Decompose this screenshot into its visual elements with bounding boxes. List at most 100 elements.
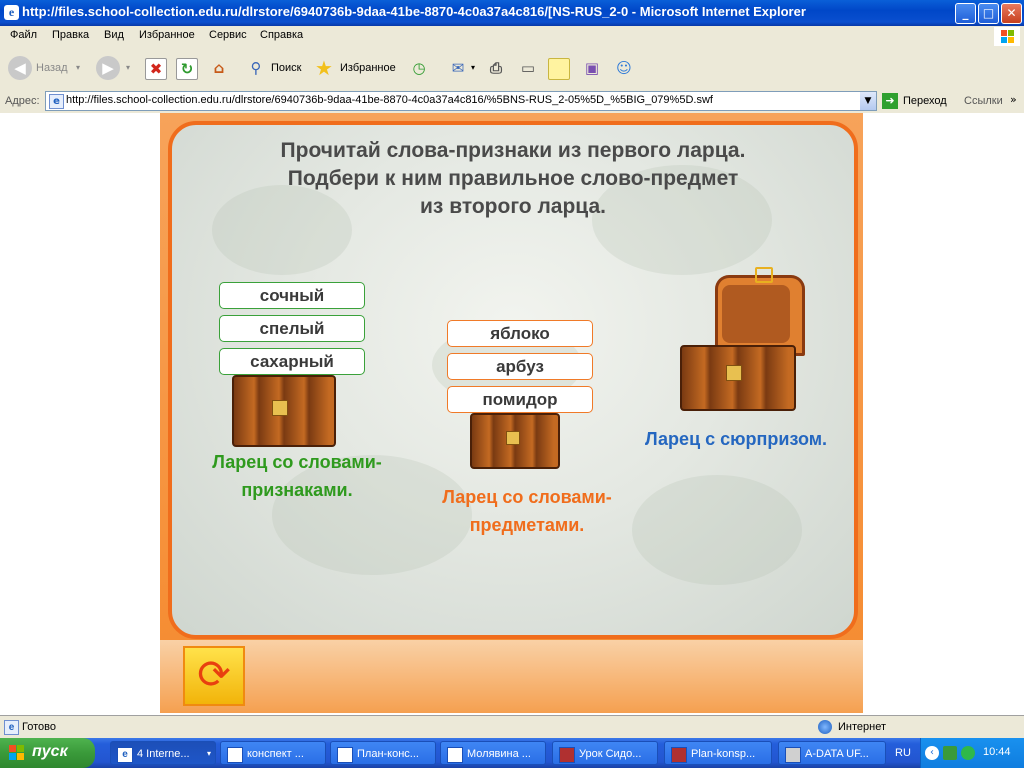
back-dropdown-icon[interactable]: ▾ [76,63,80,72]
messenger-icon[interactable]: ☺ [612,56,636,80]
menu-edit[interactable]: Правка [52,29,89,41]
task-plan-konsp[interactable]: Plan-konsp... [664,741,772,765]
task-plan-kons[interactable]: План-конс... [330,741,436,765]
chest-adjectives[interactable] [232,375,336,447]
windows-flag-icon [9,745,25,761]
links-label[interactable]: Ссылки [964,95,1003,107]
chest-surprise[interactable] [680,267,805,415]
word-juicy[interactable]: сочный [219,282,365,309]
chest-lock-icon [506,431,520,445]
status-bar: e Готово Интернет [0,715,1024,738]
menu-tools[interactable]: Сервис [209,29,247,41]
tray-app-icon[interactable] [961,746,975,760]
home-icon[interactable]: ⌂ [207,56,231,80]
word-doc-icon [447,747,463,763]
page-icon: e [49,94,64,109]
address-input[interactable]: e http://files.school-collection.edu.ru/… [45,91,877,111]
task-label: Урок Сидо... [579,748,642,760]
caption-surprise-chest: Ларец с сюрпризом. [644,429,828,449]
task-label: Plan-konsp... [691,748,756,760]
task-konspekt[interactable]: конспект ... [220,741,326,765]
bottom-band [160,640,863,713]
forward-arrow-icon[interactable]: ▶ [96,56,120,80]
menu-favorites[interactable]: Избранное [139,29,195,41]
task-label: 4 Interne... [137,748,190,760]
archive-icon [559,747,575,763]
address-bar: Адрес: e http://files.school-collection.… [0,89,1024,114]
chest-nouns[interactable] [470,413,560,469]
instruction-text: Прочитай слова-признаки из первого ларца… [172,137,854,221]
restart-arrows-icon: ⟳ [197,652,231,698]
refresh-icon[interactable]: ↻ [176,58,198,80]
task-adata[interactable]: A-DATA UF... [778,741,886,765]
go-arrow-icon[interactable]: ➜ [882,93,898,109]
discuss-icon[interactable] [548,58,570,80]
task-label: конспект ... [247,748,304,760]
task-urok-sido[interactable]: Урок Сидо... [552,741,658,765]
clock[interactable]: 10:44 [983,746,1011,758]
tray-expand-icon[interactable]: ‹ [925,746,939,760]
caption-adjectives-chest: Ларец со словами- признаками. [172,448,422,504]
task-group-arrow-icon: ▾ [206,749,211,758]
instruction-line-1: Прочитай слова-признаки из первого ларца… [280,139,746,162]
caption-adjectives-line-2: признаками. [241,480,353,500]
restart-button[interactable]: ⟳ [183,646,245,706]
maximize-button[interactable]: □ [978,3,999,24]
search-button-label[interactable]: Поиск [271,62,301,74]
edit-icon[interactable]: ▭ [516,56,540,80]
back-button-label[interactable]: Назад [36,62,68,74]
menu-help[interactable]: Справка [260,29,303,41]
word-apple[interactable]: яблоко [447,320,593,347]
close-button[interactable]: ✕ [1001,3,1022,24]
window-title: http://files.school-collection.edu.ru/dl… [22,4,806,19]
internet-globe-icon [818,720,832,734]
caption-nouns-chest: Ларец со словами- предметами. [402,483,652,539]
drive-icon [785,747,801,763]
minimize-button[interactable]: _ [955,3,976,24]
menu-view[interactable]: Вид [104,29,124,41]
mail-icon[interactable]: ✉ [446,56,470,80]
mail-dropdown-icon[interactable]: ▾ [471,63,475,72]
address-dropdown-icon[interactable]: ▼ [860,92,876,110]
chest-lock-icon [272,400,288,416]
print-icon[interactable]: ⎙ [484,56,508,80]
address-label: Адрес: [5,95,40,107]
instruction-line-3: из второго ларца. [420,195,606,218]
forward-dropdown-icon[interactable]: ▾ [126,63,130,72]
task-label: План-конс... [357,748,419,760]
windows-flag-icon [994,27,1020,46]
archive-icon [671,747,687,763]
task-internet-explorer[interactable]: e 4 Interne... ▾ [110,741,216,765]
favorites-star-icon[interactable]: ★ [312,56,336,80]
word-watermelon[interactable]: арбуз [447,353,593,380]
status-text: Готово [22,721,56,733]
go-button-label[interactable]: Переход [903,95,947,107]
task-molyavina[interactable]: Молявина ... [440,741,546,765]
system-tray: ‹ 10:44 [920,738,1024,768]
title-bar[interactable]: e http://files.school-collection.edu.ru/… [0,0,1024,26]
search-icon[interactable]: ⚲ [244,56,268,80]
word-doc-icon [227,747,243,763]
word-tomato[interactable]: помидор [447,386,593,413]
page-done-icon: e [4,720,19,735]
tray-network-icon[interactable] [943,746,957,760]
word-doc-icon [337,747,353,763]
task-label: Молявина ... [467,748,531,760]
menu-file[interactable]: Файл [10,29,37,41]
task-label: A-DATA UF... [805,748,869,760]
word-ripe[interactable]: спелый [219,315,365,342]
ie-icon: e [4,5,19,20]
history-icon[interactable]: ◷ [407,56,431,80]
chest-lock-icon [726,365,742,381]
research-icon[interactable]: ▣ [580,56,604,80]
favorites-button-label[interactable]: Избранное [340,62,396,74]
stop-icon[interactable]: ✖ [145,58,167,80]
links-chevron-icon[interactable]: » [1010,93,1017,106]
language-indicator[interactable]: RU [895,747,911,759]
toolbar: ◀ Назад ▾ ▶ ▾ ✖ ↻ ⌂ ⚲ Поиск ★ Избранное … [0,47,1024,90]
back-arrow-icon[interactable]: ◀ [8,56,32,80]
start-button[interactable]: пуск [0,738,95,768]
instruction-line-2: Подбери к ним правильное слово-предмет [287,167,739,190]
taskbar: пуск e 4 Interne... ▾ конспект ... План-… [0,738,1024,768]
word-sweet[interactable]: сахарный [219,348,365,375]
